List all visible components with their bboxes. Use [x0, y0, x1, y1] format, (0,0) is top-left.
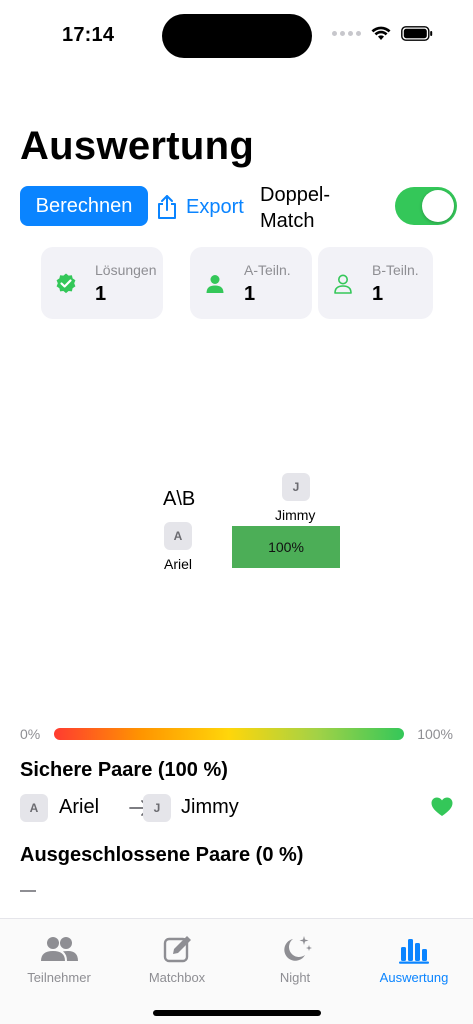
wifi-icon: [371, 26, 391, 40]
stat-label: B-Teiln.: [372, 262, 419, 278]
sure-pairs-title: Sichere Paare (100 %): [20, 759, 228, 781]
cellular-signal-icon: [332, 31, 361, 36]
export-label: Export: [186, 195, 244, 218]
pair-a-name: Ariel: [59, 796, 100, 818]
home-indicator: [153, 1010, 321, 1016]
pair-a-avatar: A: [20, 794, 48, 822]
row-name: Ariel: [164, 556, 193, 572]
person-outline-icon: [334, 274, 352, 294]
stat-value: 1: [372, 283, 384, 305]
pair-b-name: Jimmy: [181, 796, 239, 818]
export-button[interactable]: Export: [156, 190, 244, 224]
stat-card-solutions: Lösungen 1: [41, 247, 163, 319]
stat-label: Lösungen: [95, 262, 157, 278]
scale-min-label: 0%: [20, 726, 41, 742]
row-avatar: A: [164, 522, 192, 550]
tab-label: Auswertung: [379, 970, 449, 985]
excluded-pairs-title: Ausgeschlossene Paare (0 %): [20, 844, 304, 866]
tab-label: Night: [279, 970, 311, 985]
tab-matchbox[interactable]: Matchbox: [118, 933, 236, 985]
tab-label: Teilnehmer: [27, 970, 91, 985]
tab-evaluation[interactable]: Auswertung: [355, 933, 473, 985]
dynamic-island: [162, 14, 312, 58]
person-fill-icon: [206, 275, 224, 293]
heart-icon: [431, 797, 453, 816]
battery-icon: [401, 26, 433, 41]
page-title: Auswertung: [20, 124, 255, 168]
column-avatar: J: [282, 473, 310, 501]
stat-label: A-Teiln.: [244, 262, 291, 278]
toggle-knob: [422, 190, 454, 222]
pair-b-avatar: J: [143, 794, 171, 822]
moon-stars-icon: [284, 936, 312, 961]
tab-label: Matchbox: [148, 970, 206, 985]
calculate-button[interactable]: Berechnen: [20, 186, 148, 226]
probability-scale-bar: [54, 728, 404, 740]
empty-placeholder: [20, 890, 36, 892]
sure-pair-row: A Ariel J Jimmy: [20, 793, 453, 823]
column-name: Jimmy: [275, 507, 316, 523]
stat-value: 1: [95, 283, 107, 305]
share-icon: [158, 195, 176, 219]
stat-card-a-participants: A-Teiln. 1: [190, 247, 312, 319]
status-icons: [332, 26, 433, 41]
stat-value: 1: [244, 283, 256, 305]
tab-bar: Teilnehmer Matchbox Night Auswertung: [0, 918, 473, 1024]
double-match-label-line2: Match: [260, 210, 315, 232]
matrix-cell[interactable]: 100%: [232, 526, 340, 568]
people-icon: [41, 937, 78, 961]
bar-chart-icon: [399, 939, 429, 964]
scale-max-label: 100%: [417, 726, 453, 742]
tab-participants[interactable]: Teilnehmer: [0, 933, 118, 985]
double-match-label-line1: Doppel-: [260, 184, 331, 206]
matrix-corner-label: A\B: [163, 488, 196, 510]
checkmark-seal-icon: [56, 273, 76, 294]
stat-card-b-participants: B-Teiln. 1: [318, 247, 433, 319]
tab-night[interactable]: Night: [236, 933, 354, 985]
double-match-toggle[interactable]: [395, 187, 457, 225]
double-match-label: Doppel- Match: [260, 182, 330, 234]
edit-square-icon: [163, 936, 191, 963]
status-bar: 17:14: [0, 0, 473, 70]
status-time: 17:14: [62, 24, 115, 46]
